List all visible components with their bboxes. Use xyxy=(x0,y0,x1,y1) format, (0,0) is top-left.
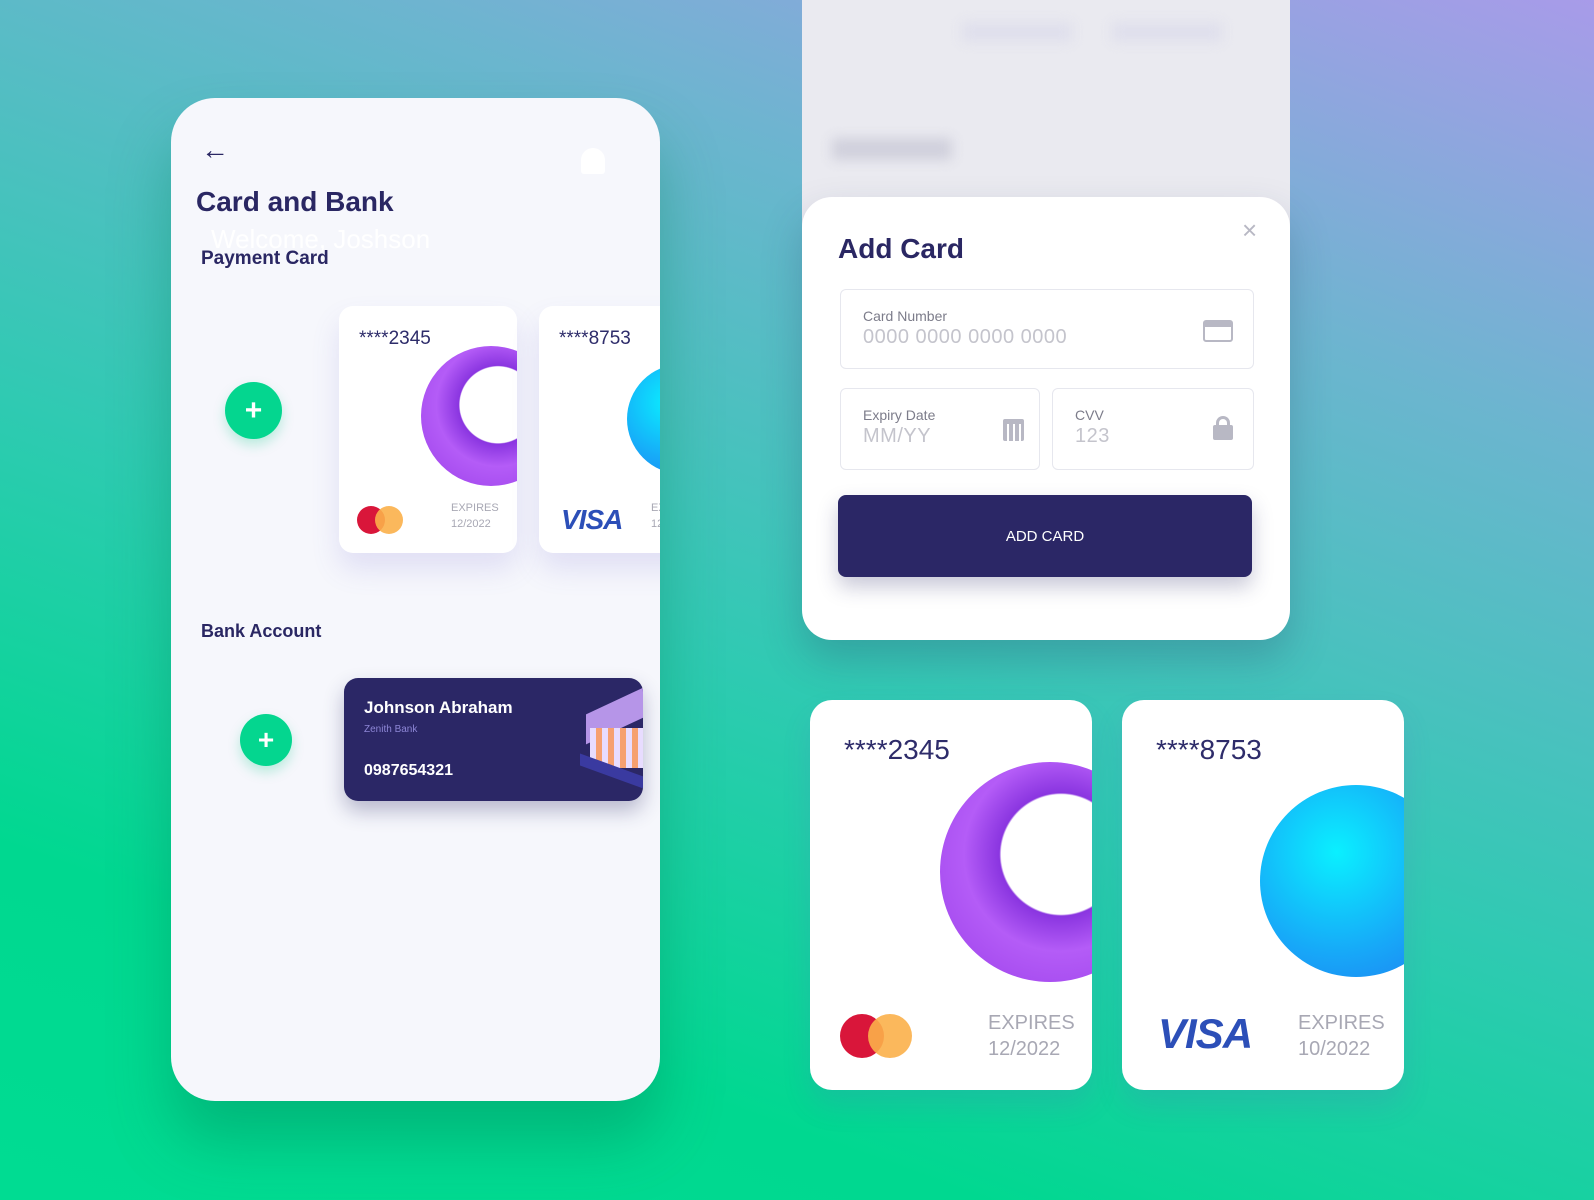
expiry-date: 12/2022 xyxy=(451,518,491,530)
showcase-card-mastercard[interactable]: ****2345 EXPIRES 12/2022 xyxy=(810,700,1092,1090)
card-number: ****2345 xyxy=(844,734,950,765)
payment-card-visa[interactable]: ****8753 VISA EX 12 xyxy=(539,306,660,553)
add-payment-card-button[interactable]: + xyxy=(225,382,282,439)
cvv-field[interactable]: CVV 123 xyxy=(1052,388,1254,470)
mastercard-logo-icon-secondary xyxy=(375,506,403,534)
modal-title: Add Card xyxy=(838,233,964,264)
bank-account-heading: Bank Account xyxy=(201,621,322,641)
visa-logo: VISA xyxy=(1158,1010,1253,1057)
credit-card-icon xyxy=(1203,320,1233,342)
cvv-label: CVV xyxy=(1075,407,1104,423)
expiry-date-input[interactable]: MM/YY xyxy=(863,425,931,448)
bank-building-icon xyxy=(580,681,643,795)
account-number: 0987654321 xyxy=(364,762,453,779)
sphere-graphic xyxy=(627,364,660,474)
expiry-date: 12/2022 xyxy=(988,1038,1061,1060)
back-arrow-icon[interactable]: ← xyxy=(201,134,229,166)
bank-account-card[interactable]: Johnson Abraham Zenith Bank 0987654321 xyxy=(344,678,643,801)
cvv-input[interactable]: 123 xyxy=(1075,425,1110,448)
calendar-icon xyxy=(1003,419,1024,441)
expiry-date: 12 xyxy=(651,518,660,530)
page-title: Card and Bank xyxy=(196,186,394,217)
mastercard-logo-icon-secondary xyxy=(868,1014,912,1058)
expiry-date-field[interactable]: Expiry Date MM/YY xyxy=(840,388,1040,470)
expires-label: EXPIRES xyxy=(1298,1012,1385,1034)
add-card-modal: Add Card × Card Number 0000 0000 0000 00… xyxy=(802,197,1290,640)
bank-name: Zenith Bank xyxy=(364,724,418,735)
bell-icon[interactable] xyxy=(581,148,605,174)
ring-graphic xyxy=(421,346,517,486)
account-holder-name: Johnson Abraham xyxy=(364,698,513,717)
expires-label: EXPIRES xyxy=(988,1012,1075,1034)
card-number: ****8753 xyxy=(559,328,631,349)
expiry-date-label: Expiry Date xyxy=(863,407,936,423)
card-number-input[interactable]: 0000 0000 0000 0000 xyxy=(863,326,1067,349)
card-number-label: Card Number xyxy=(863,308,948,324)
card-number-field[interactable]: Card Number 0000 0000 0000 0000 xyxy=(840,289,1254,369)
card-number: ****2345 xyxy=(359,328,431,349)
close-icon[interactable]: × xyxy=(1242,215,1257,246)
ring-graphic xyxy=(940,762,1092,982)
expires-label: EX xyxy=(651,502,660,514)
visa-logo: VISA xyxy=(561,504,623,535)
sphere-graphic xyxy=(1260,785,1404,977)
card-and-bank-screen: ← Card and Bank Welcome, Joshson Payment… xyxy=(171,98,660,1101)
add-card-button[interactable]: ADD CARD xyxy=(838,495,1252,577)
payment-card-heading: Payment Card xyxy=(201,248,329,269)
card-number: ****8753 xyxy=(1156,734,1262,765)
payment-card-mastercard[interactable]: ****2345 EXPIRES 12/2022 xyxy=(339,306,517,553)
showcase-card-visa[interactable]: ****8753 VISA EXPIRES 10/2022 xyxy=(1122,700,1404,1090)
expiry-date: 10/2022 xyxy=(1298,1038,1371,1060)
add-bank-account-button[interactable]: + xyxy=(240,714,292,766)
expires-label: EXPIRES xyxy=(451,502,499,514)
